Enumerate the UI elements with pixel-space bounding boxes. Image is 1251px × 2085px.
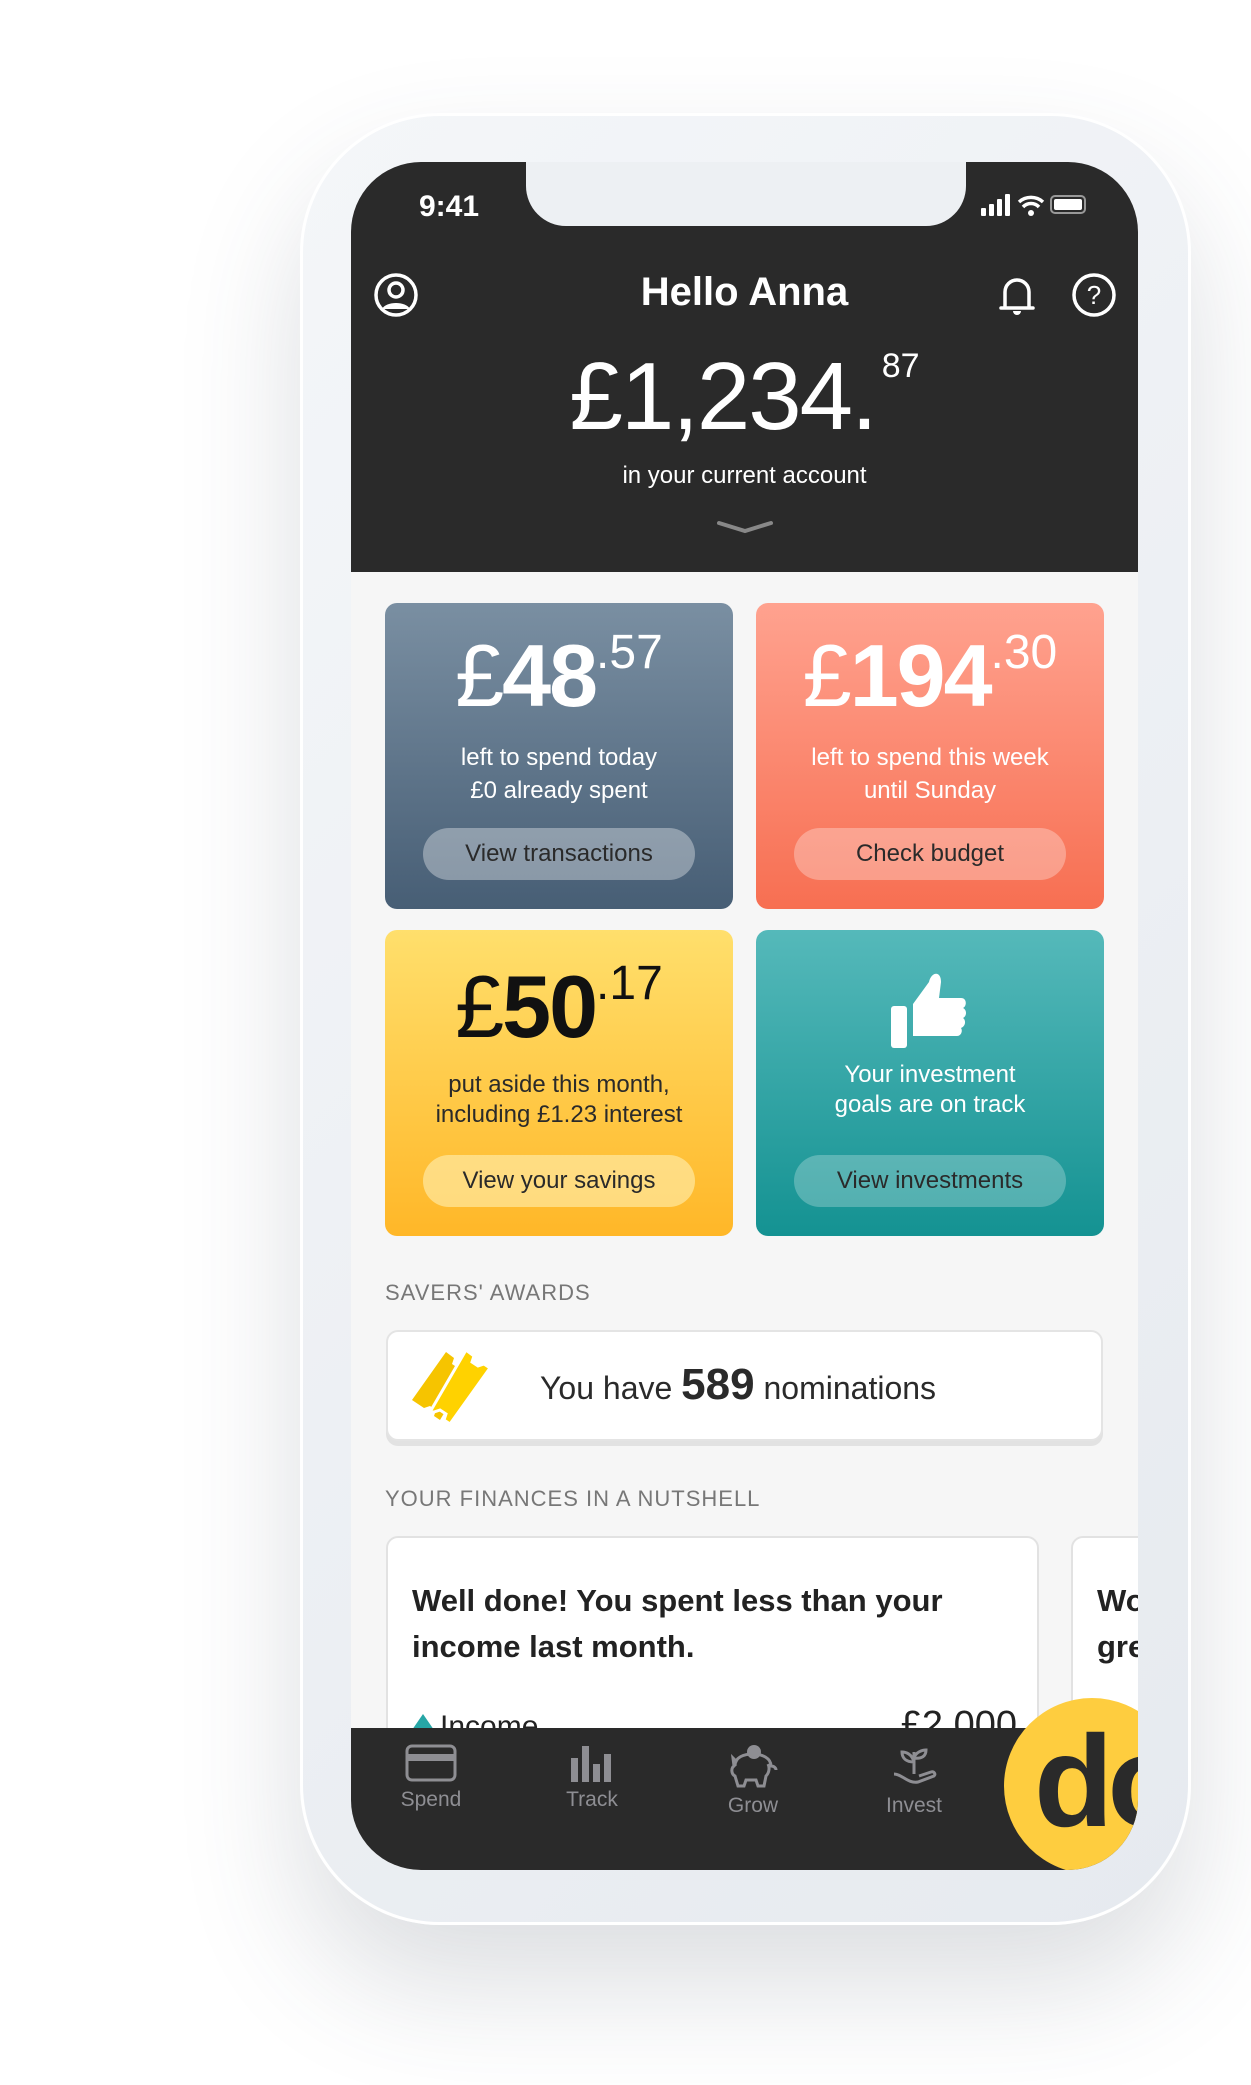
bar-chart-icon	[571, 1746, 611, 1782]
savings-card: £50.17 put aside this month, including £…	[385, 930, 733, 1236]
balance-cents: 87	[881, 347, 920, 385]
balance-main: £1,234	[569, 343, 853, 450]
card-caption: £0 already spent	[470, 777, 648, 804]
nominations-text: You have 589 nominations	[540, 1360, 937, 1409]
svg-text:?: ?	[1087, 280, 1101, 310]
tab-label: Track	[566, 1788, 618, 1811]
view-savings-button[interactable]: View your savings	[423, 1155, 695, 1207]
card-amount: £50.17	[455, 957, 663, 1056]
finance-card-title: Well done! You spent less than your inco…	[412, 1583, 943, 1664]
daily-spend-card: £48.57 left to spend today £0 already sp…	[385, 603, 733, 909]
bell-icon[interactable]	[997, 272, 1037, 318]
status-time: 9:41	[419, 190, 480, 223]
tab-invest[interactable]: Invest	[854, 1728, 974, 1838]
check-budget-button[interactable]: Check budget	[794, 828, 1066, 880]
nominations-card[interactable]: You have 589 nominations	[386, 1330, 1103, 1441]
balance-caption: in your current account	[622, 462, 867, 489]
investments-card: Your investment goals are on track View …	[756, 930, 1104, 1236]
piggy-bank-icon	[730, 1745, 778, 1788]
card-caption: left to spend this week	[811, 744, 1049, 771]
finances-section-title: YOUR FINANCES IN A NUTSHELL	[385, 1486, 761, 1511]
ticket-icon	[412, 1350, 493, 1426]
thumbs-up-icon	[891, 973, 966, 1048]
card-caption: Your investment	[844, 1061, 1016, 1088]
status-icons	[981, 194, 1086, 216]
tab-label: Grow	[727, 1794, 779, 1817]
balance-amount: £1,234. 87	[351, 342, 1138, 452]
tab-spend[interactable]: Spend	[371, 1728, 491, 1838]
next-card-title: Wogre	[1097, 1583, 1138, 1664]
tab-track[interactable]: Track	[532, 1728, 652, 1838]
chevron-down-icon[interactable]	[715, 518, 775, 534]
wifi-icon	[1017, 195, 1045, 209]
card-amount: £48.57	[455, 626, 663, 725]
card-caption: until Sunday	[863, 777, 997, 804]
card-caption: put aside this month,	[448, 1071, 670, 1098]
app-screen: 9:41 Hello Anna ? £1,234. 87 in your curr…	[351, 162, 1138, 1870]
signal-icon	[981, 194, 1010, 216]
balance-dot: .	[851, 343, 878, 450]
view-transactions-button[interactable]: View transactions	[423, 828, 695, 880]
help-icon[interactable]: ?	[1071, 272, 1117, 318]
weekly-spend-card: £194.30 left to spend this week until Su…	[756, 603, 1104, 909]
card-icon	[405, 1744, 457, 1782]
notch	[526, 162, 966, 226]
nominations-count: 589	[681, 1360, 755, 1409]
plant-hand-icon	[893, 1748, 937, 1784]
header: 9:41 Hello Anna ? £1,234. 87 in your curr…	[351, 162, 1138, 572]
tab-label: Invest	[885, 1794, 943, 1817]
logo-text: do	[1034, 1708, 1138, 1854]
card-caption: goals are on track	[834, 1091, 1026, 1118]
tab-label: Spend	[400, 1788, 462, 1811]
card-amount: £194.30	[802, 626, 1058, 725]
awards-section-title: SAVERS' AWARDS	[385, 1280, 591, 1305]
card-caption: including £1.23 interest	[435, 1101, 683, 1128]
tab-grow[interactable]: Grow	[693, 1728, 813, 1838]
view-investments-button[interactable]: View investments	[794, 1155, 1066, 1207]
card-caption: left to spend today	[460, 744, 658, 771]
